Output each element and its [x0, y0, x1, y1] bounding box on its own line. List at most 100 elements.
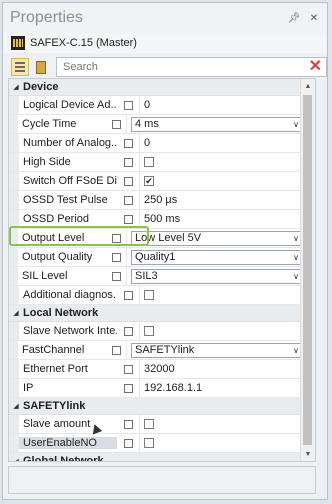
collapse-triangle-icon[interactable]: ◢	[9, 457, 23, 461]
property-row[interactable]: Output Level Low Level 5V ∨	[9, 229, 303, 248]
property-label: Switch Off FSoE Di...	[23, 175, 117, 187]
expose-pin[interactable]	[106, 233, 126, 243]
module-icon	[11, 36, 25, 50]
property-row[interactable]: Logical Device Ad... 0	[9, 96, 303, 115]
value-checkbox[interactable]	[144, 438, 154, 448]
property-value-cell[interactable]	[139, 434, 303, 452]
expose-pin[interactable]	[117, 214, 139, 224]
property-value-cell[interactable]: 192.168.1.1	[139, 379, 303, 397]
property-value-cell[interactable]	[139, 322, 303, 340]
expose-pin[interactable]	[117, 157, 139, 167]
property-value-cell[interactable]: SIL3 ∨	[126, 267, 303, 285]
alphabetical-view-button[interactable]	[33, 58, 50, 76]
value-checkbox[interactable]	[144, 290, 154, 300]
property-value-cell[interactable]: 500 ms	[139, 210, 303, 228]
value-dropdown[interactable]: SAFETYlink ∨	[131, 342, 303, 358]
property-row[interactable]: OSSD Test Pulse 250 µs	[9, 191, 303, 210]
property-row[interactable]: Slave amount	[9, 415, 303, 434]
value-checkbox[interactable]: ✔	[144, 176, 154, 186]
property-row[interactable]: Output Quality Quality1 ∨	[9, 248, 303, 267]
value-text: 250 µs	[144, 194, 178, 206]
value-dropdown[interactable]: SIL3 ∨	[131, 268, 303, 284]
expose-pin[interactable]	[117, 195, 139, 205]
property-value-cell[interactable]	[139, 286, 303, 304]
property-label: Logical Device Ad...	[23, 99, 117, 111]
property-value-cell[interactable]	[139, 415, 303, 433]
property-row[interactable]: Number of Analog... 0	[9, 134, 303, 153]
vertical-scrollbar[interactable]: ▲ ▼	[300, 79, 315, 461]
dropdown-value: Low Level 5V	[135, 232, 202, 244]
value-text: 0	[144, 99, 151, 111]
chevron-down-icon[interactable]: ∨	[293, 346, 299, 355]
value-checkbox[interactable]	[144, 326, 154, 336]
property-row[interactable]: UserEnableNO	[9, 434, 303, 453]
expose-pin[interactable]	[106, 345, 126, 355]
property-row[interactable]: Ethernet Port 32000	[9, 360, 303, 379]
property-row[interactable]: Cycle Time 4 ms ∨	[9, 115, 303, 134]
scroll-down-icon[interactable]: ▼	[301, 447, 315, 461]
row-gutter	[9, 229, 18, 247]
collapse-triangle-icon[interactable]: ◢	[9, 402, 23, 410]
category-local-network[interactable]: ◢ Local Network	[9, 305, 303, 322]
chevron-down-icon[interactable]: ∨	[293, 272, 299, 281]
pin-box-icon	[111, 252, 121, 262]
property-row[interactable]: High Side	[9, 153, 303, 172]
property-value-cell[interactable]: Quality1 ∨	[126, 248, 303, 266]
collapse-triangle-icon[interactable]: ◢	[9, 83, 23, 91]
scroll-thumb[interactable]	[303, 95, 312, 445]
pin-box-icon	[123, 214, 133, 224]
chevron-down-icon[interactable]: ∨	[293, 120, 299, 129]
value-dropdown[interactable]: 4 ms ∨	[131, 116, 303, 132]
property-value-cell[interactable]: 32000	[139, 360, 303, 378]
property-row[interactable]: FastChannel SAFETYlink ∨	[9, 341, 303, 360]
property-row[interactable]: OSSD Period 500 ms	[9, 210, 303, 229]
property-row[interactable]: Switch Off FSoE Di... ✔	[9, 172, 303, 191]
property-row[interactable]: IP 192.168.1.1	[9, 379, 303, 398]
property-label: Number of Analog...	[23, 137, 117, 149]
value-checkbox[interactable]	[144, 419, 154, 429]
category-global-network[interactable]: ◢ Global Network	[9, 453, 303, 462]
property-value-cell[interactable]	[139, 153, 303, 171]
clear-search-icon[interactable]: ✕	[309, 59, 322, 75]
value-dropdown[interactable]: Quality1 ∨	[131, 249, 303, 265]
collapse-triangle-icon[interactable]: ◢	[9, 309, 23, 317]
expose-pin[interactable]	[106, 271, 126, 281]
expose-pin[interactable]	[117, 364, 139, 374]
property-label: Slave amount	[23, 418, 91, 430]
row-gutter	[9, 267, 18, 285]
property-value-cell[interactable]: Low Level 5V ∨	[126, 229, 303, 247]
chevron-down-icon[interactable]: ∨	[293, 234, 299, 243]
category-label: Global Network	[23, 455, 104, 462]
expose-pin[interactable]	[106, 119, 126, 129]
expose-pin[interactable]	[117, 383, 139, 393]
chevron-down-icon[interactable]: ∨	[293, 253, 299, 262]
expose-pin[interactable]	[117, 100, 139, 110]
property-value-cell[interactable]: 250 µs	[139, 191, 303, 209]
property-value-cell[interactable]: ✔	[139, 172, 303, 190]
close-icon[interactable]: ✕	[307, 13, 321, 24]
property-row[interactable]: SIL Level SIL3 ∨	[9, 267, 303, 286]
property-label: OSSD Test Pulse	[23, 194, 108, 206]
expose-pin[interactable]	[117, 176, 139, 186]
property-value-cell[interactable]: 4 ms ∨	[126, 115, 303, 133]
property-value-cell[interactable]: 0	[139, 134, 303, 152]
scroll-up-icon[interactable]: ▲	[301, 79, 315, 93]
property-row[interactable]: Additional diagnos...	[9, 286, 303, 305]
expose-pin[interactable]	[117, 138, 139, 148]
expose-pin[interactable]	[117, 326, 139, 336]
expose-pin[interactable]	[117, 419, 139, 429]
value-dropdown[interactable]: Low Level 5V ∨	[131, 230, 303, 246]
property-value-cell[interactable]: 0	[139, 96, 303, 114]
category-device[interactable]: ◢ Device	[9, 79, 303, 96]
property-label: Slave Network Inte...	[23, 325, 117, 337]
pin-icon[interactable]: 📌︎	[287, 13, 301, 24]
property-row[interactable]: Slave Network Inte...	[9, 322, 303, 341]
expose-pin[interactable]	[117, 438, 139, 448]
category-safetylink[interactable]: ◢ SAFETYlink	[9, 398, 303, 415]
value-checkbox[interactable]	[144, 157, 154, 167]
property-value-cell[interactable]: SAFETYlink ∨	[126, 341, 303, 359]
search-input[interactable]	[61, 60, 309, 74]
expose-pin[interactable]	[117, 290, 139, 300]
categorized-view-button[interactable]	[11, 58, 29, 76]
expose-pin[interactable]	[106, 252, 126, 262]
